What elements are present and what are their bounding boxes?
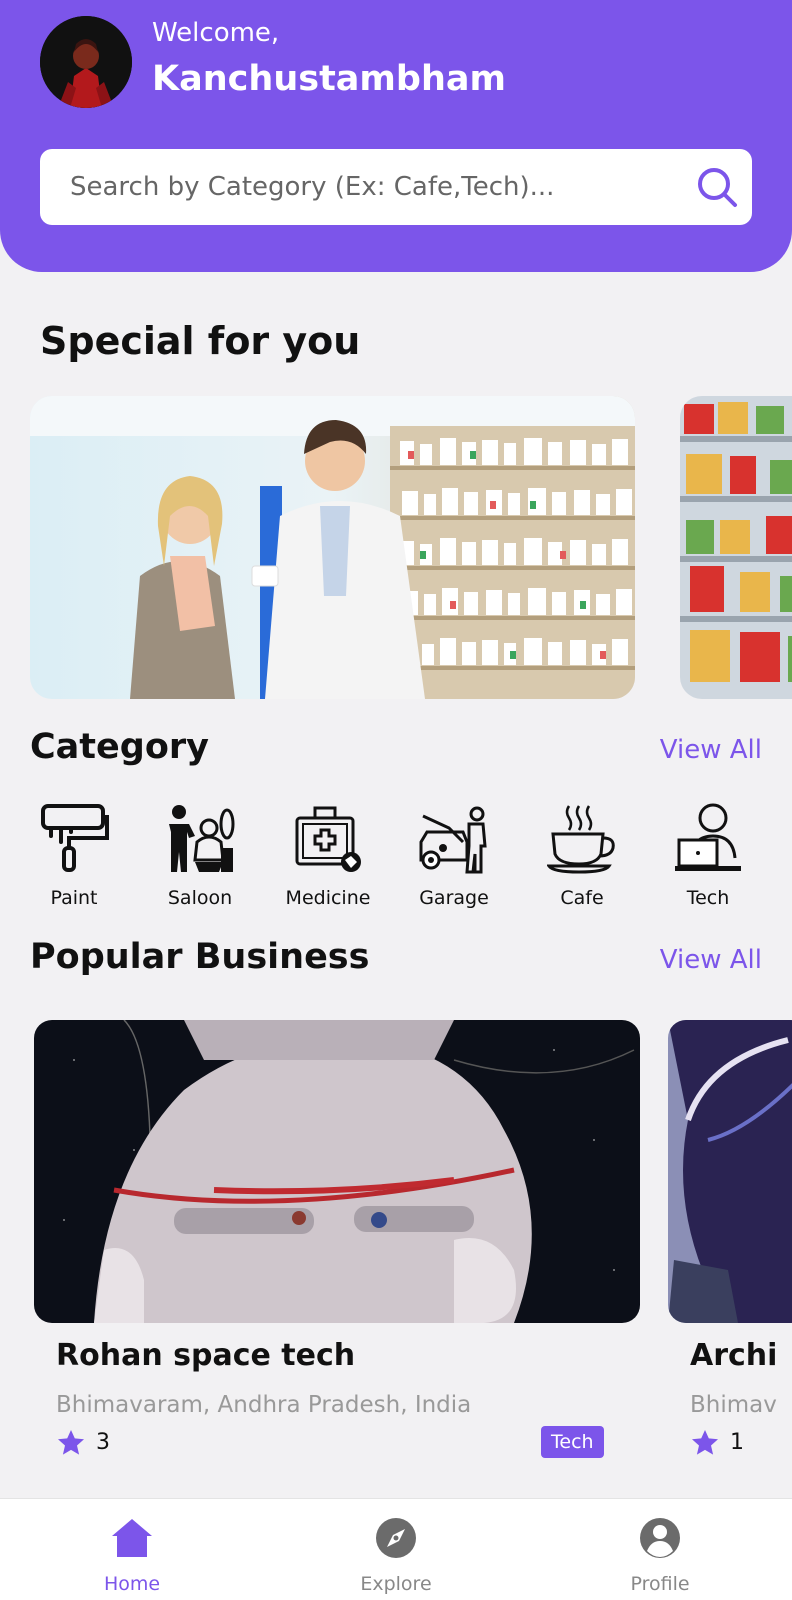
barber-icon <box>169 805 235 872</box>
category-list: Paint Saloon Medicine Garage Cafe Tech <box>0 800 792 910</box>
category-label: Medicine <box>285 887 371 909</box>
business-address: Bhimavaram, Andhra Pradesh, India <box>56 1392 472 1418</box>
business-card[interactable]: Archi Bhimav 1 <box>668 1020 792 1460</box>
business-name: Rohan space tech <box>56 1338 356 1373</box>
business-card[interactable]: Rohan space tech Bhimavaram, Andhra Prad… <box>34 1020 640 1460</box>
nav-profile[interactable]: Profile <box>590 1499 730 1600</box>
category-paint[interactable]: Paint <box>14 800 134 910</box>
nav-label: Home <box>103 1573 161 1595</box>
header: Welcome, Kanchustambham <box>0 0 792 272</box>
business-image <box>668 1020 792 1323</box>
category-tag: Tech <box>541 1426 604 1458</box>
avatar[interactable] <box>40 16 132 108</box>
business-rating: 3 <box>96 1430 110 1455</box>
category-cafe[interactable]: Cafe <box>522 800 642 910</box>
search-icon[interactable] <box>695 165 739 209</box>
star-icon <box>692 1430 718 1455</box>
business-address: Bhimav <box>690 1392 777 1418</box>
avatar-image <box>40 16 132 108</box>
astronaut-image <box>34 1020 640 1323</box>
user-icon <box>640 1518 680 1558</box>
business-rating: 1 <box>730 1430 744 1455</box>
medical-kit-icon <box>295 806 361 872</box>
laptop-user-icon <box>675 803 741 871</box>
category-tech[interactable]: Tech <box>648 800 768 910</box>
category-label: Tech <box>686 887 730 909</box>
star-icon <box>58 1430 84 1455</box>
nav-explore[interactable]: Explore <box>326 1499 466 1600</box>
armor-image <box>668 1020 792 1323</box>
search-bar <box>40 149 752 225</box>
search-input[interactable] <box>70 149 670 225</box>
category-label: Garage <box>419 887 489 909</box>
special-for-you-title: Special for you <box>40 319 361 363</box>
business-name: Archi <box>690 1338 778 1373</box>
popular-business-title: Popular Business <box>30 937 370 977</box>
category-saloon[interactable]: Saloon <box>140 800 260 910</box>
pharmacy-image <box>30 396 635 699</box>
paint-roller-icon <box>41 804 109 872</box>
bottom-navigation: Home Explore Profile <box>0 1498 792 1600</box>
promo-banner-grocery[interactable] <box>680 396 792 699</box>
coffee-cup-icon <box>547 805 615 874</box>
category-view-all-link[interactable]: View All <box>660 733 762 767</box>
car-repair-icon <box>419 806 487 874</box>
category-title: Category <box>30 727 209 767</box>
nav-label: Profile <box>630 1573 690 1595</box>
category-medicine[interactable]: Medicine <box>268 800 388 910</box>
home-icon <box>112 1519 152 1557</box>
category-label: Saloon <box>167 887 233 909</box>
category-garage[interactable]: Garage <box>394 800 514 910</box>
popular-view-all-link[interactable]: View All <box>660 943 762 977</box>
username: Kanchustambham <box>152 59 506 99</box>
nav-label: Explore <box>360 1573 432 1595</box>
category-label: Paint <box>50 887 98 909</box>
category-label: Cafe <box>560 887 604 909</box>
business-image <box>34 1020 640 1323</box>
compass-icon <box>376 1518 416 1558</box>
welcome-text: Welcome, <box>152 18 280 48</box>
promo-banner-pharmacy[interactable] <box>30 396 635 699</box>
nav-home[interactable]: Home <box>62 1499 202 1600</box>
grocery-image <box>680 396 792 699</box>
